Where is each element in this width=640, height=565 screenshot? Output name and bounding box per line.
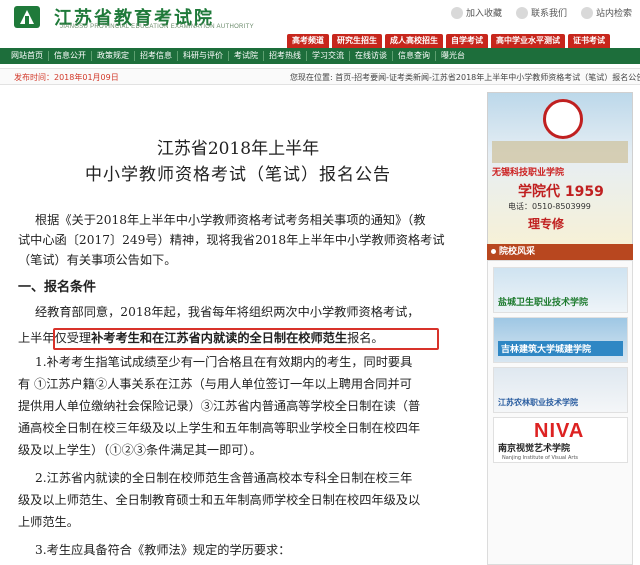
star-icon	[450, 6, 463, 19]
article-title-line2: 中小学教师资格考试（笔试）报名公告	[85, 165, 391, 185]
intro-line-2: 试中心函〔2017〕249号）精神，现将我省2018年上半年中小学教师资格考试	[18, 233, 445, 247]
add-favorite-label: 加入收藏	[465, 9, 502, 19]
tab-proficiency[interactable]: 高中学业水平测试	[491, 34, 565, 48]
publish-time: 发布时间：2018年01月09日	[14, 73, 119, 82]
subnav-info[interactable]: 信息公开	[49, 51, 92, 61]
info-bar: 发布时间：2018年01月09日 您现在位置: 首页-招考要闻-证考类新闻-江苏…	[0, 68, 640, 85]
site-subtitle: JIANGSU PROVINCIAL EDUCATION EXAMINATION…	[60, 24, 254, 30]
highlight-box	[53, 328, 439, 350]
school-name-4: 南京视觉艺术学院	[498, 444, 571, 454]
sub-nav: 网站首页 信息公开 政策规定 招考信息 科研与评价 考试院 招考热线 学习交流 …	[0, 48, 640, 64]
ad-phone: 电话：0510-8503999	[508, 202, 591, 211]
intro-line-3: （笔试）有关事项公告如下。	[18, 253, 177, 267]
item1-line-3: 提供用人单位缴纳社会保险记录）③江苏省内普通高等学校全日制在读（普	[18, 399, 421, 413]
school-name-1: 盐城卫生职业技术学院	[498, 298, 589, 308]
niva-logo: NIVA	[534, 420, 585, 442]
breadcrumb[interactable]: 您现在位置: 首页-招考要闻-证考类新闻-江苏省2018年上半年中小学教师资格考…	[290, 72, 640, 83]
main-nav: 高考频道 研究生招生 成人高校招生 自学考试 高中学业水平测试 证书考试	[0, 34, 640, 48]
ad-slogan: 理专修	[528, 217, 565, 231]
tab-self-study[interactable]: 自学考试	[446, 34, 488, 48]
article-title-line1: 江苏省2018年上半年	[156, 139, 320, 159]
subnav-home[interactable]: 网站首页	[6, 51, 49, 61]
mail-icon	[515, 6, 528, 19]
item1-line-1: 1.补考考生指笔试成绩至少有一门合格且在有效期内的考生，同时要具	[35, 355, 413, 369]
school-name-3: 江苏农林职业技术学院	[498, 398, 578, 407]
sidebar-ad-banner[interactable]: 无锡科技职业学院 学院代 1959 电话：0510-8503999 理专修	[487, 92, 633, 248]
subnav-about[interactable]: 考试院	[229, 51, 264, 61]
school-card-1[interactable]: 盐城卫生职业技术学院	[493, 267, 628, 313]
subnav-exposure[interactable]: 曝光台	[436, 51, 470, 61]
tab-graduate[interactable]: 研究生招生	[332, 34, 382, 48]
top-links: 加入收藏 联系我们 站内检索	[450, 6, 632, 19]
item1-line-5: 级及以上学生）（①②③条件满足其一即可）。	[18, 443, 262, 457]
school-card-2[interactable]: 吉林建筑大学城建学院	[493, 317, 628, 363]
school-card-3[interactable]: 江苏农林职业技术学院	[493, 367, 628, 413]
intro-line-1: 根据《关于2018年上半年中小学教师资格考试考务相关事项的通知》（教	[35, 213, 426, 227]
item2-line-3: 上师范生。	[18, 515, 79, 529]
subnav-research[interactable]: 科研与评价	[178, 51, 229, 61]
school-subname-4: Nanjing Institute of Visual Arts	[502, 455, 579, 461]
item2-line-2: 级及以上师范生、全日制教育硕士和五年制高师学校全日制在校四年级及以	[18, 493, 421, 507]
ad-school-name: 无锡科技职业学院	[492, 168, 565, 178]
panel-title: 院校风采	[487, 244, 633, 260]
site-search-link[interactable]: 站内检索	[580, 6, 632, 19]
subnav-admission[interactable]: 招考信息	[135, 51, 178, 61]
campus-image	[492, 141, 628, 163]
tab-gaokao[interactable]: 高考频道	[287, 34, 329, 48]
item1-line-2: 有 ①江苏户籍②人事关系在江苏（与用人单位签订一年以上聘用合同并可	[18, 377, 412, 391]
section-heading-1: 一、报名条件	[18, 280, 97, 295]
search-icon	[580, 6, 593, 19]
contact-us-link[interactable]: 联系我们	[515, 6, 567, 19]
school-gallery: 盐城卫生职业技术学院 吉林建筑大学城建学院 江苏农林职业技术学院 NIVA 南京…	[487, 260, 633, 565]
subnav-interview[interactable]: 在线访谈	[350, 51, 393, 61]
item1-line-4: 通高校全日制在校三年级及以上学生和五年制高等职业学校全日制在校四年	[18, 421, 421, 435]
subnav-query[interactable]: 信息查询	[393, 51, 436, 61]
item2-line-1: 2.江苏省内就读的全日制在校师范生含普通高校本专科全日制在校三年	[35, 471, 413, 485]
school-name-2: 吉林建筑大学城建学院	[498, 341, 623, 356]
article: 江苏省2018年上半年 中小学教师资格考试（笔试）报名公告 根据《关于2018年…	[0, 88, 476, 565]
ad-year: 学院代 1959	[518, 184, 604, 200]
sidebar: 无锡科技职业学院 学院代 1959 电话：0510-8503999 理专修 院校…	[480, 88, 640, 565]
para1-prefix: 上半年	[18, 331, 55, 345]
tab-adult[interactable]: 成人高校招生	[385, 34, 443, 48]
subnav-policy[interactable]: 政策规定	[92, 51, 135, 61]
para1-line-1: 经教育部同意，2018年起，我省每年将组织两次中小学教师资格考试，	[35, 305, 420, 319]
school-logo-icon	[543, 99, 583, 139]
subnav-hotline[interactable]: 招考热线	[264, 51, 307, 61]
site-search-label: 站内检索	[595, 9, 632, 19]
site-header: 江苏省教育考试院 JIANGSU PROVINCIAL EDUCATION EX…	[0, 0, 640, 34]
subnav-exchange[interactable]: 学习交流	[307, 51, 350, 61]
school-card-4[interactable]: NIVA 南京视觉艺术学院 Nanjing Institute of Visua…	[493, 417, 628, 463]
tab-certificate[interactable]: 证书考试	[568, 34, 610, 48]
site-logo-icon[interactable]	[8, 4, 48, 30]
add-favorite-link[interactable]: 加入收藏	[450, 6, 502, 19]
item3-line-1: 3.考生应具备符合《教师法》规定的学历要求：	[35, 543, 291, 557]
contact-us-label: 联系我们	[530, 9, 567, 19]
